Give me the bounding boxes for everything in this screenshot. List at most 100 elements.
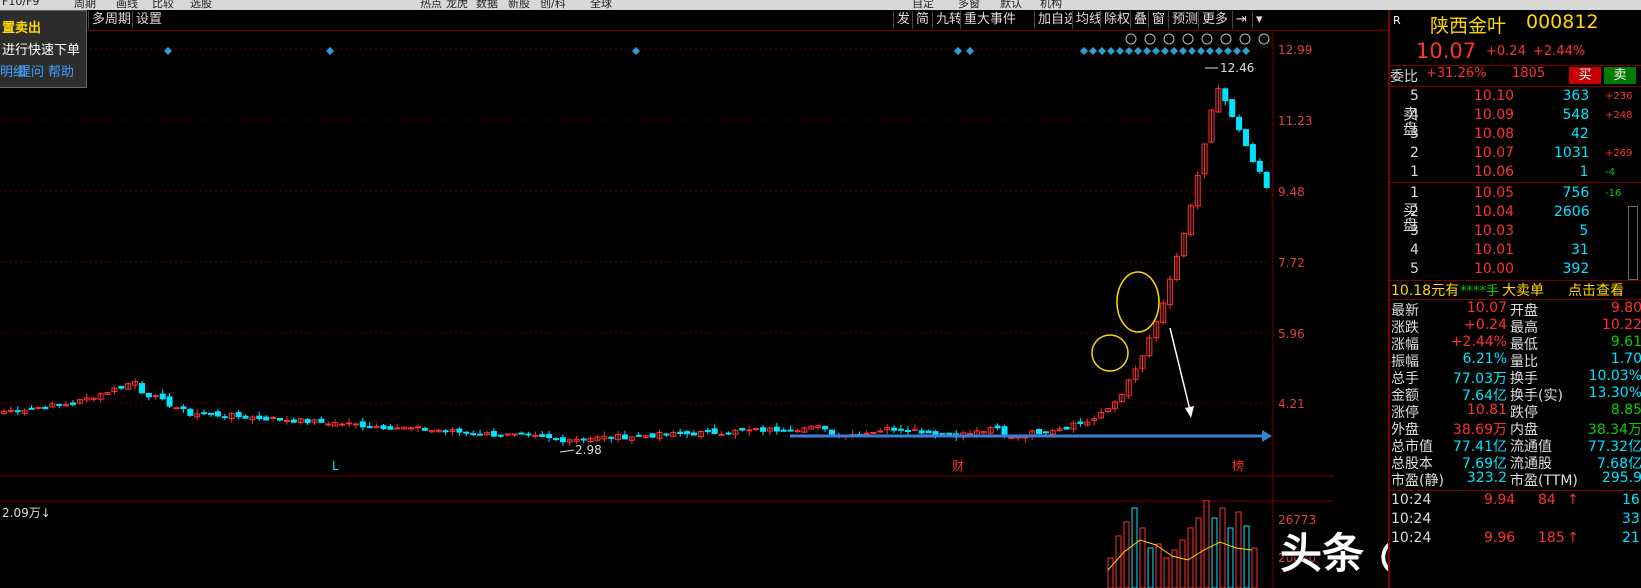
event-marker-icon	[1134, 47, 1142, 55]
low-label: 2.98	[575, 443, 602, 457]
volume-chart[interactable]: 2.09万↓ 2677320080	[0, 500, 1334, 588]
event-marker-icon	[1143, 47, 1151, 55]
toolbar-button[interactable]: 更多	[1198, 11, 1232, 29]
event-marker-icon	[1116, 47, 1124, 55]
order-book-row[interactable]: 1 10.06 1 -4	[1390, 164, 1641, 184]
x-marker-label: L	[332, 459, 339, 473]
volume-bar	[1139, 527, 1146, 588]
dropdown-icon[interactable]: ▾	[1252, 11, 1266, 29]
sell-button[interactable]: 卖	[1604, 67, 1636, 84]
zoom-in-icon	[1258, 33, 1270, 45]
x-marker-label: 财	[952, 459, 964, 473]
candle	[159, 393, 166, 400]
event-marker-icon	[326, 47, 334, 55]
depth-scrollbar[interactable]	[1628, 206, 1638, 280]
top-menu-item[interactable]: 选股	[190, 0, 212, 10]
quick-order-popup[interactable]: 置卖出 进行快速下单 明细 提问 帮助	[0, 10, 87, 88]
calendar-icon	[1201, 33, 1213, 45]
toolbar-button[interactable]: 窗	[1148, 11, 1169, 29]
toolbar-button[interactable]: 除权	[1100, 11, 1134, 29]
candle	[684, 431, 691, 435]
toolbar-button[interactable]: 预测	[1168, 11, 1202, 29]
top-menu-item[interactable]: 创/科	[540, 0, 566, 10]
hand-icon	[1220, 33, 1232, 45]
candle	[553, 438, 559, 441]
toolbar-button[interactable]: 叠	[1130, 11, 1151, 29]
top-menu-item[interactable]: 龙虎	[446, 0, 468, 10]
top-menu-item[interactable]: 自定	[912, 0, 934, 10]
top-menu-item[interactable]: F10/F9	[2, 0, 39, 8]
candle	[691, 432, 697, 436]
candle	[118, 385, 125, 389]
order-book-row[interactable]: 5 10.10 363 +236	[1390, 88, 1641, 108]
volume-bar	[1243, 525, 1250, 588]
event-marker-icon	[1161, 47, 1169, 55]
candle	[829, 429, 835, 435]
candle	[746, 429, 753, 432]
candle	[180, 406, 187, 409]
candle	[42, 406, 49, 410]
volume-label: 2.09万↓	[2, 506, 51, 520]
candle	[504, 433, 511, 436]
big-order-row[interactable]: 10.18元有 ****手 大卖单 点击查看	[1390, 280, 1641, 300]
candle	[442, 430, 449, 433]
candle	[904, 429, 911, 432]
top-menu-item[interactable]: 全球	[590, 0, 612, 10]
candle	[56, 403, 63, 406]
event-marker-icon	[1170, 47, 1178, 55]
window-pin-icon[interactable]: ⇥	[1232, 11, 1250, 29]
candle	[649, 433, 656, 438]
top-menu-item[interactable]: 机构	[1040, 0, 1062, 10]
chart-toolbar: 多周期 设置 发简九转 重大事件 加自选 均线 除权叠窗预测 更多 ⇥ ▾	[0, 10, 1388, 31]
candle	[242, 415, 249, 419]
toolbar-button[interactable]: 简	[912, 11, 933, 29]
help-link[interactable]: 帮助	[48, 61, 74, 80]
candle	[201, 412, 208, 415]
candle	[794, 430, 801, 433]
top-menu-item[interactable]: 比较	[152, 0, 174, 10]
candle	[787, 429, 794, 432]
event-marker-icon	[1152, 47, 1160, 55]
scissors-icon	[1144, 33, 1156, 45]
event-marker-icon	[1233, 47, 1241, 55]
candle	[1008, 437, 1015, 440]
candle	[1249, 144, 1256, 163]
candlestick-chart[interactable]: 12.99 11.23 9.48 7.72 5.96 4.21 12.46 2.98 L 财 榜	[0, 30, 1334, 500]
top-menu-item[interactable]: 新股	[508, 0, 530, 10]
top-menu-item[interactable]: 默认	[1000, 0, 1022, 10]
eye-icon	[1125, 33, 1137, 45]
buy-button[interactable]: 买	[1569, 67, 1601, 84]
order-book-row[interactable]: 2 10.07 1031 +269	[1390, 145, 1641, 165]
up-arrow-icon: ↑	[1567, 492, 1579, 508]
candle	[1077, 421, 1084, 424]
play-icon	[1163, 33, 1175, 45]
price-change: +0.24	[1486, 44, 1526, 59]
settings-button[interactable]: 设置	[132, 11, 166, 29]
ask-link[interactable]: 提问	[18, 61, 44, 80]
order-book-row[interactable]: 5 10.00 392	[1390, 261, 1641, 281]
toolbar-button[interactable]: 重大事件	[960, 11, 1020, 29]
volume-bar	[1211, 517, 1218, 588]
top-menu-item[interactable]: 画线	[116, 0, 138, 10]
toolbar-button[interactable]: 发	[893, 11, 914, 29]
event-marker-icon	[1098, 47, 1106, 55]
candle	[939, 433, 946, 436]
candle	[325, 423, 332, 426]
candle	[277, 418, 283, 421]
stat-row: 市盈(静) 323.2 市盈(TTM) 295.9	[1391, 470, 1641, 489]
top-menu-item[interactable]: 多窗	[958, 0, 980, 10]
candle	[70, 402, 76, 405]
event-marker-icon	[1197, 47, 1205, 55]
order-book-row[interactable]: 4 10.01 31	[1390, 242, 1641, 262]
top-menu-item[interactable]: 热点	[420, 0, 442, 10]
multi-period-button[interactable]: 多周期	[88, 11, 135, 29]
volume-bar	[1163, 557, 1170, 588]
candle	[346, 422, 352, 425]
top-menu-item[interactable]: 周期	[74, 0, 96, 10]
candle	[304, 418, 311, 423]
candle	[256, 415, 263, 420]
candle	[918, 430, 925, 434]
candle	[477, 433, 484, 436]
candle	[214, 411, 221, 417]
top-menu-item[interactable]: 数据	[476, 0, 498, 10]
